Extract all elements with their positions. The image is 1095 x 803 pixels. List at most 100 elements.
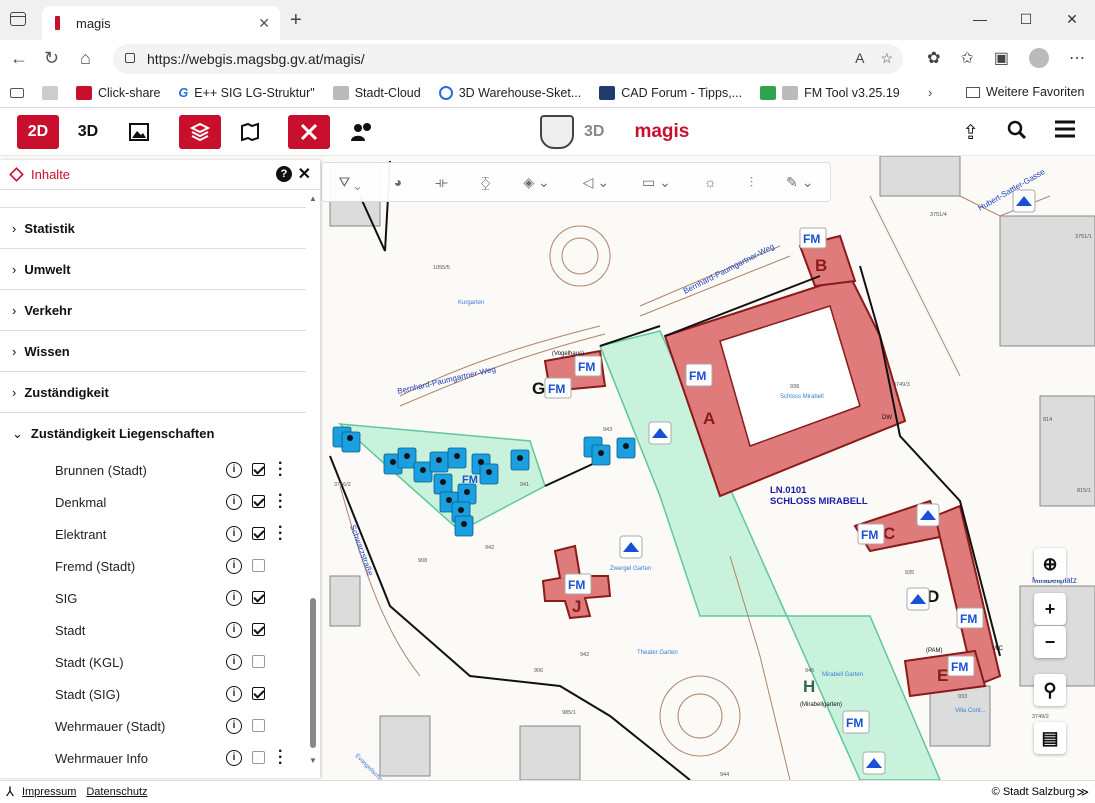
layer-item[interactable]: Wehrmauer Info i · · · xyxy=(0,742,306,774)
camera-icon[interactable]: ◁ ⌄ xyxy=(583,174,609,191)
more-options-icon[interactable]: · · · xyxy=(278,744,284,772)
layer-item[interactable]: Stadt i xyxy=(0,614,306,646)
more-options-icon[interactable]: · · · xyxy=(278,456,284,484)
drone-icon[interactable]: ⧰ xyxy=(481,174,491,191)
expand-icon[interactable]: ≫ xyxy=(1076,785,1089,799)
info-icon[interactable]: i xyxy=(226,686,242,702)
layer-checkbox[interactable] xyxy=(252,719,265,732)
hamburger-menu-icon[interactable] xyxy=(1055,120,1075,146)
share-icon[interactable]: ⇪ xyxy=(962,120,979,146)
group-zustaendigkeit-liegenschaften[interactable]: ⌄ Zuständigkeit Liegenschaften xyxy=(0,413,306,454)
sun-icon[interactable]: ☼ xyxy=(704,174,717,190)
map-book-icon[interactable] xyxy=(229,115,271,149)
bookmark-tablet-icon[interactable] xyxy=(10,87,24,98)
map-legend-icon[interactable]: ▤ xyxy=(1034,722,1066,754)
bookmarks-overflow-icon[interactable]: › xyxy=(928,85,932,100)
layer-item[interactable]: Brunnen (Stadt) i · · · xyxy=(0,454,306,486)
datenschutz-link[interactable]: Datenschutz xyxy=(86,786,147,798)
info-icon[interactable]: i xyxy=(226,718,242,734)
maximize-icon[interactable]: ☐ xyxy=(1003,0,1049,38)
layer-item[interactable]: Fremd (Stadt) i xyxy=(0,550,306,582)
2d-button[interactable]: 2D xyxy=(17,115,59,149)
3d-button[interactable]: 3D xyxy=(67,115,109,149)
more-menu-icon[interactable]: ⋯ xyxy=(1069,48,1085,68)
panel-close-icon[interactable]: ✕ xyxy=(298,164,311,184)
info-icon[interactable]: i xyxy=(226,622,242,638)
copyright[interactable]: © Stadt Salzburg xyxy=(992,786,1075,798)
more-options-icon[interactable]: · · · xyxy=(278,488,284,516)
layer-checkbox[interactable] xyxy=(252,463,265,476)
box-icon[interactable]: ▭ ⌄ xyxy=(642,174,671,191)
layer-checkbox[interactable] xyxy=(252,495,265,508)
search-icon[interactable] xyxy=(1007,120,1027,146)
more-options-icon[interactable]: · · · xyxy=(278,520,284,548)
layer-checkbox[interactable] xyxy=(252,623,265,636)
extensions-icon[interactable]: ✿ xyxy=(927,48,940,68)
scrollbar-thumb[interactable] xyxy=(310,598,316,748)
bookmark-stadt-cloud[interactable]: Stadt-Cloud xyxy=(332,85,421,100)
read-aloud-icon[interactable]: A xyxy=(855,50,864,67)
browser-tab[interactable]: magis ✕ xyxy=(42,6,280,40)
layer-item[interactable]: Stadt (KGL) i xyxy=(0,646,306,678)
eye-icon[interactable]: ◈ ⌄ xyxy=(523,174,549,191)
group-statistik[interactable]: › Statistik xyxy=(0,208,306,249)
bookmark-fm-tool[interactable]: FM Tool v3.25.19 xyxy=(760,85,900,100)
minimize-icon[interactable]: — xyxy=(957,0,1003,38)
tools-button[interactable] xyxy=(288,115,330,149)
info-icon[interactable]: i xyxy=(226,750,242,766)
layers-button[interactable] xyxy=(179,115,221,149)
layer-item[interactable]: SIG i xyxy=(0,582,306,614)
group-verkehr[interactable]: › Verkehr xyxy=(0,290,306,331)
tab-close-icon[interactable]: ✕ xyxy=(258,15,270,32)
back-icon[interactable]: ← xyxy=(10,48,28,69)
info-icon[interactable]: i xyxy=(226,526,242,542)
split-icon[interactable]: ⟛ xyxy=(435,174,448,191)
info-icon[interactable]: i xyxy=(226,558,242,574)
image-icon[interactable] xyxy=(118,115,160,149)
url-field[interactable]: https://webgis.magsbg.gv.at/magis/ A ☆ xyxy=(113,44,903,74)
collections-icon[interactable]: ▣ xyxy=(994,48,1009,68)
info-icon[interactable]: i xyxy=(226,590,242,606)
lock-icon[interactable] xyxy=(125,53,135,63)
group-umwelt[interactable]: › Umwelt xyxy=(0,249,306,290)
user-info-icon[interactable] xyxy=(340,115,382,149)
layer-checkbox[interactable] xyxy=(252,655,265,668)
layer-item[interactable]: Stadt (SIG) i xyxy=(0,678,306,710)
favorites-icon[interactable]: ✩ xyxy=(960,48,973,68)
home-icon[interactable]: ⌂ xyxy=(80,48,91,69)
profile-avatar[interactable] xyxy=(1029,48,1049,68)
ruler-2d-icon[interactable]: ✎ ⌄ xyxy=(786,174,813,191)
layer-checkbox[interactable] xyxy=(252,527,265,540)
bookmark-3d-warehouse[interactable]: 3D Warehouse-Sket... xyxy=(438,85,581,100)
info-icon[interactable]: i xyxy=(226,654,242,670)
zoom-out-button[interactable]: − xyxy=(1034,626,1066,658)
panel-scrollbar[interactable]: ▲ ▼ xyxy=(309,194,317,766)
bookmark-folder-icon[interactable] xyxy=(42,85,58,100)
impressum-link[interactable]: Impressum xyxy=(22,786,76,798)
locate-icon[interactable]: ⊕ xyxy=(1034,548,1066,580)
other-favorites[interactable]: Weitere Favoriten xyxy=(966,85,1084,99)
zoom-in-button[interactable]: + xyxy=(1034,593,1066,625)
layer-item[interactable]: Denkmal i · · · xyxy=(0,486,306,518)
tab-actions-icon[interactable] xyxy=(10,12,26,26)
globe-icon[interactable]: ◕ xyxy=(394,174,402,190)
favorite-star-icon[interactable]: ☆ xyxy=(880,50,893,67)
layer-item[interactable]: Elektrant i · · · xyxy=(0,518,306,550)
help-icon[interactable]: ? xyxy=(276,166,292,182)
layer-checkbox[interactable] xyxy=(252,751,265,764)
layer-checkbox[interactable] xyxy=(252,591,265,604)
bookmark-cad-forum[interactable]: CAD Forum - Tipps,... xyxy=(599,85,742,100)
bookmark-click-share[interactable]: Click-share xyxy=(76,85,161,100)
measure-point-icon[interactable]: ⛛ ⌄ xyxy=(338,174,360,191)
new-tab-icon[interactable]: + xyxy=(290,9,302,32)
layer-checkbox[interactable] xyxy=(252,559,265,572)
group-zustaendigkeit[interactable]: › Zuständigkeit xyxy=(0,372,306,413)
layer-checkbox[interactable] xyxy=(252,687,265,700)
map-pin-icon[interactable]: ⚲ xyxy=(1034,674,1066,706)
info-icon[interactable]: i xyxy=(226,462,242,478)
profile-measure-icon[interactable]: ⫶ xyxy=(750,174,754,191)
window-close-icon[interactable]: ✕ xyxy=(1049,0,1095,38)
bookmark-sig-struktur[interactable]: G E++ SIG LG-Struktur" xyxy=(179,86,315,100)
group-wissen[interactable]: › Wissen xyxy=(0,331,306,372)
reload-icon[interactable]: ↻ xyxy=(44,48,59,69)
